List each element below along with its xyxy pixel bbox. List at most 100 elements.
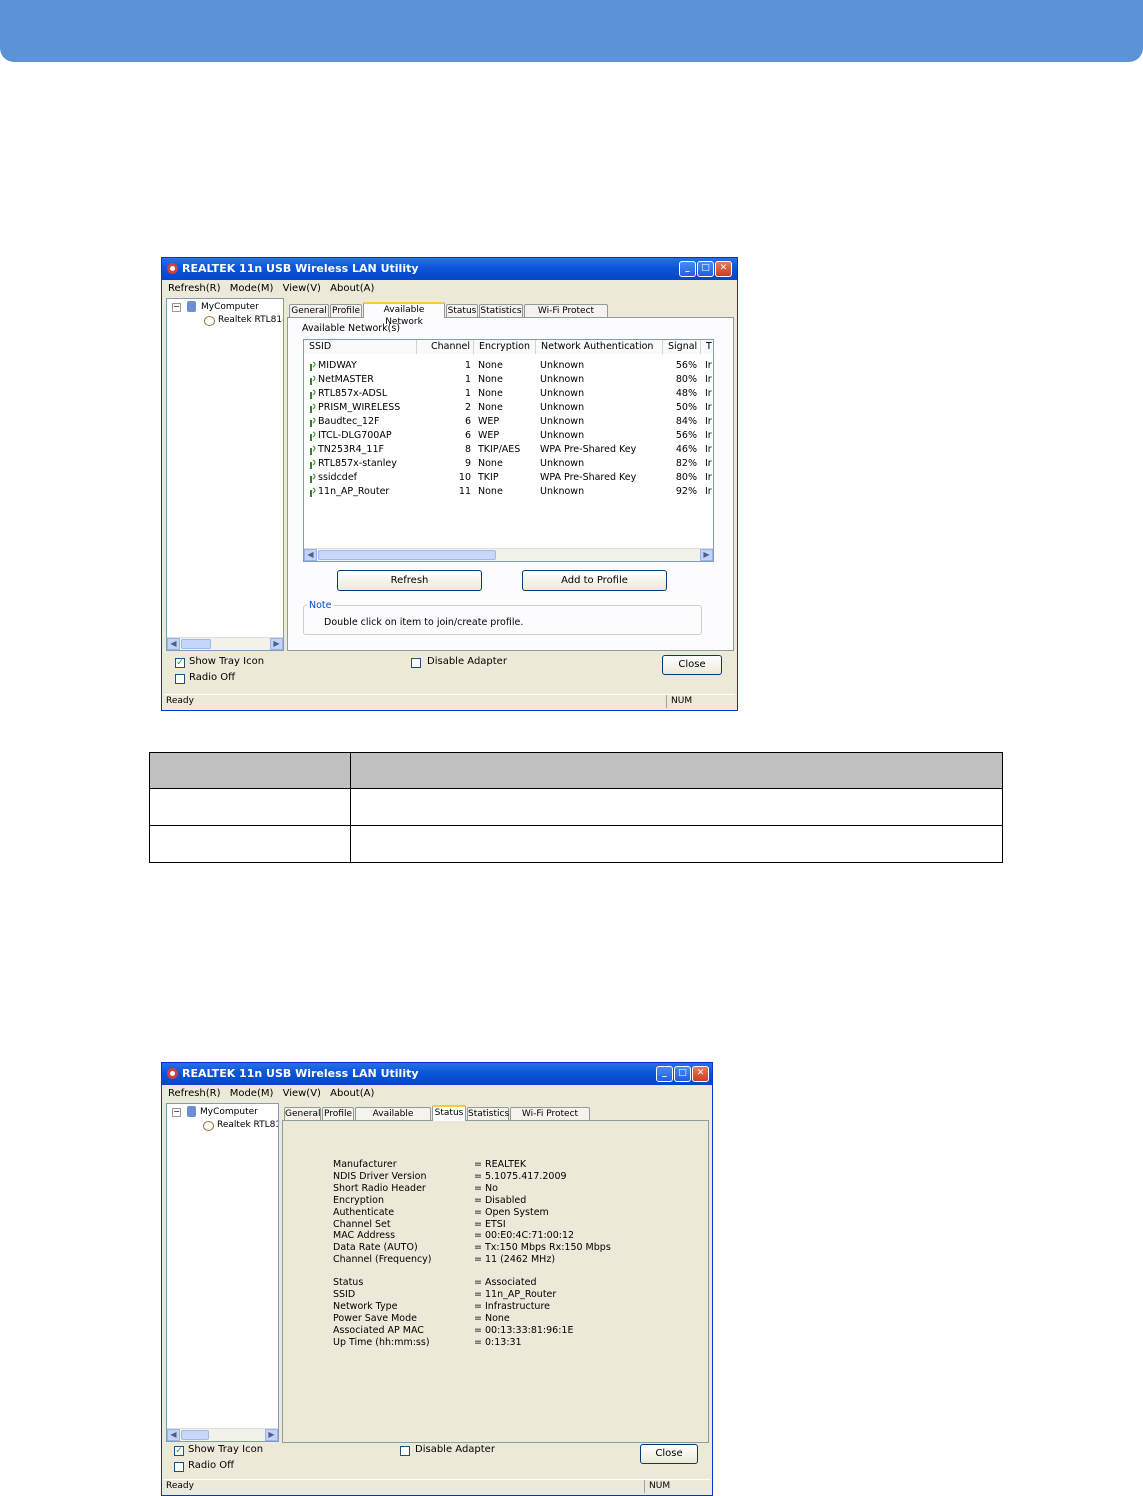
scroll-right-icon[interactable]: ▶ (265, 1429, 278, 1441)
adapter-icon (203, 1121, 214, 1131)
menu-refresh[interactable]: Refresh(R) (168, 281, 221, 297)
menu-mode[interactable]: Mode(M) (230, 281, 274, 297)
menu-about[interactable]: About(A) (330, 1086, 374, 1102)
menu-refresh[interactable]: Refresh(R) (168, 1086, 221, 1102)
network-cell-type: Ir (705, 416, 712, 427)
disable-adapter-checkbox[interactable] (411, 658, 421, 668)
wireless-signal-icon (310, 459, 316, 469)
menu-about[interactable]: About(A) (330, 281, 374, 297)
status-info-label: Manufacturer (333, 1159, 397, 1170)
minimize-button[interactable]: _ (679, 261, 696, 277)
network-row[interactable]: 11n_AP_Router 11 None Unknown 92% Ir (304, 485, 713, 499)
radio-off-checkbox[interactable] (175, 674, 185, 684)
device-tree: − MyComputer Realtek RTL8188 ◀ ▶ (166, 298, 284, 651)
refresh-button[interactable]: Refresh (337, 570, 482, 591)
network-row[interactable]: RTL857x-stanley 9 None Unknown 82% Ir (304, 457, 713, 471)
network-cell-encryption: None (478, 402, 503, 413)
scroll-left-icon[interactable]: ◀ (167, 1429, 180, 1441)
tree-root-label[interactable]: MyComputer (200, 1107, 258, 1117)
network-row[interactable]: MIDWAY 1 None Unknown 56% Ir (304, 359, 713, 373)
network-cell-signal: 56% (675, 430, 697, 441)
tab-available-network[interactable]: Available Network (355, 1107, 431, 1131)
tab-status[interactable]: Status (446, 304, 478, 317)
network-row[interactable]: Baudtec_12F 6 WEP Unknown 84% Ir (304, 415, 713, 429)
col-ssid[interactable]: SSID (304, 340, 417, 354)
window-title: REALTEK 11n USB Wireless LAN Utility (182, 262, 419, 275)
col-signal[interactable]: Signal (663, 340, 701, 354)
computer-icon (187, 301, 196, 312)
radio-off-checkbox[interactable] (174, 1462, 184, 1472)
network-row[interactable]: RTL857x-ADSL 1 None Unknown 48% Ir (304, 387, 713, 401)
col-encryption[interactable]: Encryption (474, 340, 536, 354)
network-row[interactable]: ITCL-DLG700AP 6 WEP Unknown 56% Ir (304, 429, 713, 443)
network-row[interactable]: ssidcdef 10 TKIP WPA Pre-Shared Key 80% Ir (304, 471, 713, 485)
window-title-bar[interactable]: REALTEK 11n USB Wireless LAN Utility (162, 1063, 712, 1085)
network-cell-channel: 11 (458, 486, 471, 497)
network-cell-ssid: TN253R4_11F (318, 444, 384, 455)
tab-profile[interactable]: Profile (330, 304, 362, 317)
window-title-bar[interactable]: REALTEK 11n USB Wireless LAN Utility (162, 258, 737, 280)
status-info-label: Channel Set (333, 1218, 391, 1230)
close-window-button[interactable]: ✕ (715, 261, 732, 277)
tab-wifi-protect-setup[interactable]: Wi-Fi Protect Setup (510, 1107, 590, 1131)
network-cell-ssid: NetMASTER (318, 374, 374, 385)
network-cell-ssid: ssidcdef (318, 472, 358, 483)
close-button[interactable]: Close (662, 655, 722, 675)
tab-wifi-protect-setup[interactable]: Wi-Fi Protect Setup (524, 304, 608, 328)
col-type[interactable]: T (701, 340, 713, 354)
menu-view[interactable]: View(V) (283, 281, 321, 297)
utility-window-status: REALTEK 11n USB Wireless LAN Utility _ □… (161, 1062, 713, 1496)
maximize-button[interactable]: □ (697, 261, 714, 277)
scroll-left-icon[interactable]: ◀ (304, 549, 317, 561)
network-cell-auth: WPA Pre-Shared Key (540, 444, 637, 455)
tab-statistics[interactable]: Statistics (479, 304, 523, 317)
tree-root-label[interactable]: MyComputer (201, 302, 259, 312)
scroll-thumb[interactable] (318, 550, 496, 560)
tree-expand-icon[interactable]: − (172, 1108, 181, 1117)
status-info-label: Encryption (333, 1194, 385, 1206)
tab-profile[interactable]: Profile (322, 1107, 354, 1120)
menu-mode[interactable]: Mode(M) (230, 1086, 274, 1102)
disable-adapter-checkbox[interactable] (400, 1446, 410, 1456)
minimize-button[interactable]: _ (656, 1066, 673, 1082)
tree-adapter-label[interactable]: Realtek RTL8188 (217, 1120, 278, 1130)
col-auth[interactable]: Network Authentication (536, 340, 663, 354)
tree-horizontal-scrollbar[interactable]: ◀ ▶ (167, 637, 283, 650)
scroll-right-icon[interactable]: ▶ (270, 638, 283, 650)
tab-statistics[interactable]: Statistics (467, 1107, 509, 1120)
tab-status[interactable]: Status (432, 1105, 466, 1121)
add-to-profile-button[interactable]: Add to Profile (522, 570, 667, 591)
tab-general[interactable]: General (284, 1107, 321, 1120)
menu-view[interactable]: View(V) (283, 1086, 321, 1102)
tab-available-network[interactable]: Available Network (363, 302, 445, 327)
maximize-button[interactable]: □ (674, 1066, 691, 1082)
scroll-left-icon[interactable]: ◀ (167, 638, 180, 650)
scroll-thumb[interactable] (181, 639, 211, 649)
col-channel[interactable]: Channel (417, 340, 474, 354)
list-horizontal-scrollbar[interactable]: ◀ ▶ (304, 548, 713, 561)
tab-general[interactable]: General (289, 304, 329, 317)
status-info-label: Short Radio Header (333, 1182, 426, 1194)
network-cell-ssid: Baudtec_12F (318, 416, 380, 427)
wireless-signal-icon (310, 487, 316, 497)
network-list[interactable]: SSID Channel Encryption Network Authenti… (303, 339, 714, 562)
status-bar: Ready NUM (164, 1479, 710, 1493)
scroll-thumb[interactable] (181, 1430, 209, 1440)
tree-horizontal-scrollbar[interactable]: ◀ ▶ (167, 1428, 278, 1441)
tree-expand-icon[interactable]: − (172, 303, 181, 312)
network-row[interactable]: NetMASTER 1 None Unknown 80% Ir (304, 373, 713, 387)
table-cell (350, 788, 1003, 826)
network-cell-ssid: PRISM_WIRELESS (318, 402, 401, 413)
network-cell-auth: Unknown (540, 486, 585, 497)
show-tray-icon-checkbox[interactable]: ✓ (175, 658, 185, 668)
close-window-button[interactable]: ✕ (692, 1066, 709, 1082)
scroll-right-icon[interactable]: ▶ (700, 549, 713, 561)
show-tray-icon-checkbox[interactable]: ✓ (174, 1446, 184, 1456)
tree-adapter-label[interactable]: Realtek RTL8188 (218, 315, 283, 325)
close-button[interactable]: Close (640, 1444, 698, 1464)
network-cell-type: Ir (705, 472, 712, 483)
tab-panel: Available Network(s) SSID Channel Encryp… (287, 317, 734, 651)
menu-bar: Refresh(R) Mode(M) View(V) About(A) (164, 281, 735, 297)
network-row[interactable]: PRISM_WIRELESS 2 None Unknown 50% Ir (304, 401, 713, 415)
network-row[interactable]: TN253R4_11F 8 TKIP/AES WPA Pre-Shared Key 46… (304, 443, 713, 457)
